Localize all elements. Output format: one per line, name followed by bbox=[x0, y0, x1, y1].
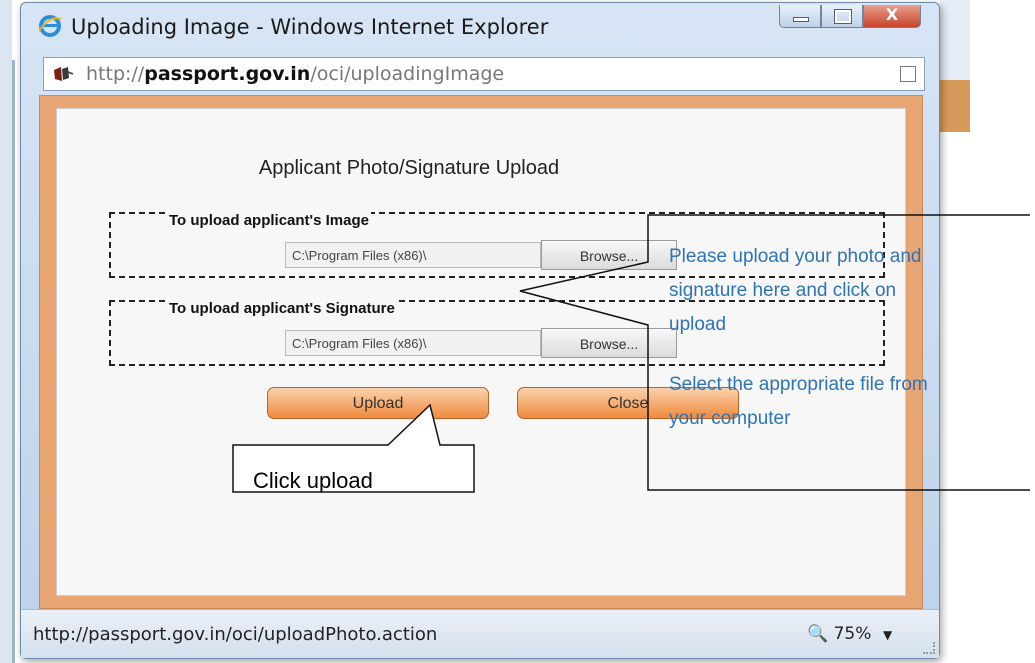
resize-grip[interactable] bbox=[923, 642, 935, 654]
select-note-line-1: Select the appropriate file from bbox=[669, 374, 928, 395]
image-section-label: To upload applicant's Image bbox=[167, 212, 371, 229]
window-title: Uploading Image - Windows Internet Explo… bbox=[71, 15, 549, 39]
background-page-edge bbox=[0, 0, 12, 663]
url-path: /oci/uploadingImage bbox=[310, 63, 505, 85]
compatibility-view-icon[interactable] bbox=[900, 66, 916, 82]
internet-explorer-icon bbox=[38, 15, 62, 37]
title-bar[interactable]: Uploading Image - Windows Internet Explo… bbox=[21, 3, 939, 49]
site-identity-icon bbox=[54, 67, 74, 81]
url-domain: passport.gov.in bbox=[144, 63, 311, 85]
background-page-border bbox=[12, 60, 15, 663]
window-controls: X bbox=[779, 5, 921, 29]
signature-browse-button[interactable]: Browse... bbox=[541, 328, 677, 358]
upload-note-line-2: signature here and click on bbox=[669, 280, 897, 301]
status-url: http://passport.gov.in/oci/uploadPhoto.a… bbox=[33, 624, 438, 645]
close-icon: X bbox=[885, 5, 899, 24]
address-bar[interactable]: http://passport.gov.in/oci/uploadingImag… bbox=[43, 57, 925, 91]
maximize-button[interactable] bbox=[821, 5, 863, 28]
upload-note-line-1: Please upload your photo and bbox=[669, 246, 922, 267]
image-browse-button[interactable]: Browse... bbox=[541, 240, 677, 270]
close-window-button[interactable]: X bbox=[863, 5, 921, 28]
minimize-button[interactable] bbox=[779, 5, 821, 28]
select-file-note: Select the appropriate file from your co… bbox=[669, 368, 928, 436]
select-note-line-2: your computer bbox=[669, 408, 791, 429]
upload-instruction-note: Please upload your photo and signature h… bbox=[669, 240, 921, 342]
background-page-orange-strip bbox=[940, 80, 970, 132]
click-upload-note: Click upload bbox=[253, 468, 373, 493]
status-bar: http://passport.gov.in/oci/uploadPhoto.a… bbox=[21, 609, 939, 658]
zoom-level[interactable]: 🔍 75% bbox=[807, 624, 871, 644]
content-frame: Applicant Photo/Signature Upload To uplo… bbox=[39, 95, 923, 609]
background-page-right bbox=[940, 0, 970, 80]
image-file-field[interactable]: C:\Program Files (x86)\ bbox=[285, 242, 541, 268]
page-title: Applicant Photo/Signature Upload bbox=[258, 157, 560, 179]
upload-note-line-3: upload bbox=[669, 314, 727, 335]
upload-dialog: Applicant Photo/Signature Upload To uplo… bbox=[56, 108, 906, 596]
upload-button[interactable]: Upload bbox=[267, 387, 489, 419]
signature-file-field[interactable]: C:\Program Files (x86)\ bbox=[285, 330, 541, 356]
url-prefix: http:// bbox=[86, 63, 145, 85]
zoom-value: 75% bbox=[833, 624, 872, 644]
signature-section-label: To upload applicant's Signature bbox=[167, 300, 397, 317]
zoom-dropdown-icon[interactable]: ▼ bbox=[883, 628, 892, 642]
address-url: http://passport.gov.in/oci/uploadingImag… bbox=[86, 63, 504, 85]
